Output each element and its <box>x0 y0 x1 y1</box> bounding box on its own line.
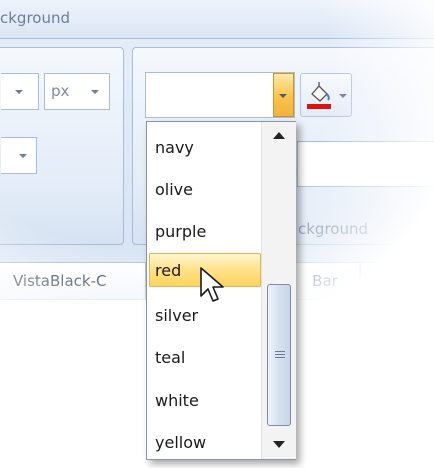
arrow-down-icon <box>273 441 285 448</box>
background-group-caption: ckground <box>298 220 369 238</box>
tab-start[interactable]: Start <box>360 262 434 299</box>
list-item-label: white <box>155 391 199 410</box>
tab-label: Bar <box>312 272 338 290</box>
unit-value: px <box>51 82 70 100</box>
list-item-olive[interactable]: olive <box>149 172 261 206</box>
chevron-down-icon <box>339 94 347 98</box>
tab-bar[interactable]: Bar <box>290 262 360 299</box>
title-bar: ckground <box>0 0 434 39</box>
scroll-up-button[interactable] <box>262 122 296 150</box>
chevron-down-icon[interactable] <box>91 90 99 94</box>
chevron-down-icon <box>15 90 23 94</box>
grip-line <box>275 357 285 358</box>
list-item-label: yellow <box>155 433 207 452</box>
scrollbar-thumb[interactable] <box>267 284 291 426</box>
tab-vistablack[interactable]: VistaBlack-C <box>0 262 146 299</box>
list-item-label: red <box>155 261 182 280</box>
font-group: px <box>0 47 124 245</box>
size-combo[interactable] <box>1 73 39 110</box>
tab-label: Start <box>381 272 419 290</box>
list-item-yellow[interactable]: yellow <box>149 425 261 459</box>
list-item-label: purple <box>155 222 207 241</box>
second-combo[interactable] <box>1 137 37 174</box>
color-combo-dropdown-button[interactable] <box>273 73 294 117</box>
chevron-down-icon <box>279 94 287 98</box>
window-title: ckground <box>0 9 71 27</box>
list-item-navy[interactable]: navy <box>149 130 261 164</box>
chevron-down-icon <box>19 154 27 158</box>
grip-line <box>275 351 285 352</box>
arrow-up-icon <box>273 132 285 139</box>
unit-combo[interactable]: px <box>44 73 110 110</box>
list-item-purple[interactable]: purple <box>149 214 261 248</box>
list-item-white[interactable]: white <box>149 383 261 417</box>
paint-bucket-icon <box>307 82 331 109</box>
list-item-label: silver <box>155 306 199 325</box>
list-item-teal[interactable]: teal <box>149 340 261 374</box>
background-secondary-combo[interactable] <box>297 141 434 187</box>
list-item-label: olive <box>155 180 193 199</box>
grip-line <box>275 354 285 355</box>
tab-label: VistaBlack-C <box>13 272 107 290</box>
list-item-label: navy <box>155 138 194 157</box>
color-combo[interactable] <box>145 72 295 118</box>
fill-color-button[interactable] <box>300 73 352 117</box>
scroll-down-button[interactable] <box>262 431 296 459</box>
scrollbar[interactable] <box>261 122 296 459</box>
list-item-label: teal <box>155 348 186 367</box>
mouse-cursor-icon <box>200 267 224 302</box>
